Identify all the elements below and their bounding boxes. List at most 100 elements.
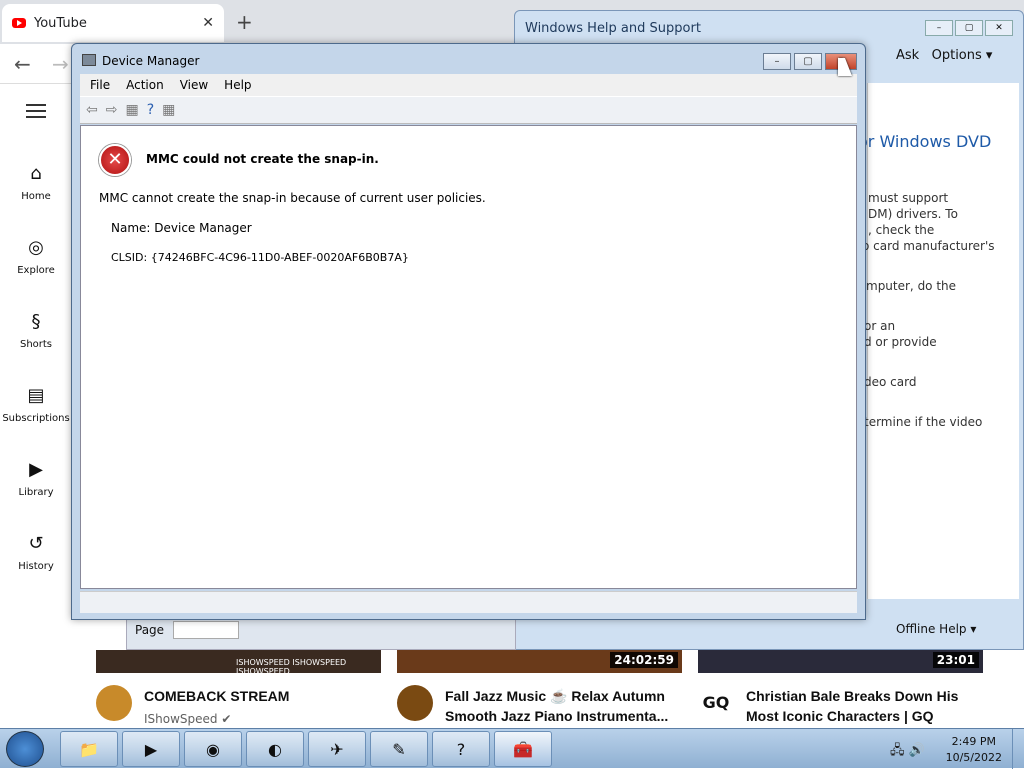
compass-icon: ◎: [28, 237, 44, 258]
channel-avatar[interactable]: [96, 685, 132, 721]
volume-icon[interactable]: 🔊: [909, 743, 925, 758]
ask-button[interactable]: Ask: [896, 48, 919, 63]
tab-title: YouTube: [34, 15, 87, 31]
help-text-line: DM) drivers. To: [868, 207, 958, 221]
help-window-title: Windows Help and Support: [525, 21, 701, 36]
help-text-line: termine if the video: [864, 415, 983, 429]
back-arrow-icon[interactable]: ⇦: [86, 102, 98, 118]
maximize-button[interactable]: ▢: [794, 53, 822, 70]
clock[interactable]: 2:49 PM 10/5/2022: [946, 734, 1002, 766]
menu-file[interactable]: File: [90, 78, 110, 92]
mail-icon[interactable]: ✈: [308, 731, 366, 767]
menu-help[interactable]: Help: [224, 78, 251, 92]
browser-tab-youtube[interactable]: YouTube ✕: [2, 4, 224, 42]
help-text-line: or an: [864, 319, 896, 333]
explorer-icon[interactable]: 📁: [60, 731, 118, 767]
sidebar-item-library[interactable]: ▶ Library: [0, 459, 72, 498]
help-icon[interactable]: ?: [432, 731, 490, 767]
help-ask-options: Ask Options ▾: [896, 48, 993, 63]
page-input[interactable]: [173, 621, 239, 639]
show-desktop-button[interactable]: [1012, 729, 1024, 769]
network-icon[interactable]: 🖧: [890, 743, 905, 758]
channel-name[interactable]: IShowSpeed ✔: [144, 712, 231, 726]
help-text-line: must support: [868, 191, 949, 205]
library-icon: ▶: [29, 459, 43, 480]
help-text-line: o card manufacturer's: [862, 239, 995, 253]
sidebar-item-label: Shorts: [19, 339, 53, 350]
sidebar-item-label: Home: [21, 191, 51, 202]
offline-help-button[interactable]: Offline Help ▾: [896, 622, 976, 636]
show-hide-console-tree-icon[interactable]: ▦: [125, 102, 138, 118]
maximize-button[interactable]: ▢: [955, 20, 983, 36]
shorts-icon: §: [31, 311, 41, 332]
help-text-line: d or provide: [864, 335, 937, 349]
help-icon[interactable]: ?: [147, 102, 154, 118]
sidebar-item-label: History: [18, 561, 54, 572]
status-bar: [80, 591, 857, 613]
mouse-cursor-icon: [838, 58, 852, 76]
video-title[interactable]: COMEBACK STREAM: [144, 686, 379, 706]
hamburger-menu-icon[interactable]: [26, 104, 46, 118]
start-button[interactable]: [6, 731, 44, 767]
error-icon: ✕: [99, 144, 131, 176]
home-icon: ⌂: [30, 163, 42, 184]
video-title[interactable]: Fall Jazz Music ☕ Relax Autumn Smooth Ja…: [445, 686, 680, 726]
video-thumbnail[interactable]: 24:02:59: [397, 650, 682, 673]
sidebar-item-home[interactable]: ⌂ Home: [0, 163, 72, 202]
help-article-heading: or Windows DVD: [858, 132, 992, 151]
subscriptions-icon: ▤: [27, 385, 45, 406]
sidebar-item-history[interactable]: ↺ History: [0, 533, 72, 572]
sidebar-item-label: Subscriptions: [2, 413, 70, 424]
taskbar: 📁 ▶ ◉ ◐ ✈ ✎ ? 🧰 🖧 🔊 2:49 PM 10/5/2022: [0, 728, 1024, 769]
show-hide-action-pane-icon[interactable]: ▦: [162, 102, 175, 118]
device-manager-window: Device Manager – ▢ ✕ File Action View He…: [71, 43, 866, 620]
sidebar-item-shorts[interactable]: § Shorts: [0, 311, 72, 350]
video-duration: 23:01: [932, 652, 979, 668]
thumbnail-caption: ISHOWSPEED ISHOWSPEED ISHOWSPEED: [236, 658, 347, 673]
minimize-button[interactable]: –: [763, 53, 791, 70]
sidebar-item-subscriptions[interactable]: ▤ Subscriptions: [0, 385, 72, 424]
back-button[interactable]: ←: [14, 52, 31, 76]
sidebar-item-explore[interactable]: ◎ Explore: [0, 237, 72, 276]
device-manager-icon[interactable]: 🧰: [494, 731, 552, 767]
snap-in-clsid: CLSID: {74246BFC-4C96-11D0-ABEF-0020AF6B…: [111, 251, 409, 264]
media-player-icon[interactable]: ▶: [122, 731, 180, 767]
error-content-pane: ✕ MMC could not create the snap-in. MMC …: [80, 125, 857, 589]
verified-badge-icon: ✔: [221, 712, 232, 726]
sidebar-item-label: Explore: [17, 265, 55, 276]
chrome-icon[interactable]: ◉: [184, 731, 242, 767]
gq-logo-icon[interactable]: GQ: [698, 685, 734, 721]
menu-bar: File Action View Help: [80, 74, 857, 96]
channel-avatar[interactable]: [397, 685, 433, 721]
close-button[interactable]: ✕: [985, 20, 1013, 36]
sidebar-item-label: Library: [18, 487, 54, 498]
video-thumbnail[interactable]: 23:01: [698, 650, 983, 673]
firefox-icon[interactable]: ◐: [246, 731, 304, 767]
forward-button[interactable]: →: [52, 52, 69, 76]
window-title: Device Manager: [102, 54, 200, 68]
paint-icon[interactable]: ✎: [370, 731, 428, 767]
menu-action[interactable]: Action: [126, 78, 164, 92]
help-window-controls: – ▢ ✕: [923, 19, 1013, 36]
options-button[interactable]: Options: [932, 48, 982, 63]
page-label: Page: [135, 623, 165, 637]
help-text-line: , check the: [868, 223, 935, 237]
forward-arrow-icon[interactable]: ⇨: [106, 102, 118, 118]
help-text-line: deo card: [864, 375, 917, 389]
video-thumbnail[interactable]: ISHOWSPEED ISHOWSPEED ISHOWSPEED: [96, 650, 381, 673]
video-title[interactable]: Christian Bale Breaks Down His Most Icon…: [746, 686, 981, 726]
new-tab-button[interactable]: +: [236, 10, 253, 34]
help-text-line: mputer, do the: [866, 279, 957, 293]
video-duration: 24:02:59: [610, 652, 678, 668]
youtube-favicon-icon: [12, 18, 26, 28]
toolbar: ⇦ ⇨ ▦ ? ▦: [80, 96, 857, 124]
tab-close-icon[interactable]: ✕: [202, 15, 214, 31]
error-title: MMC could not create the snap-in.: [146, 152, 379, 166]
error-message: MMC cannot create the snap-in because of…: [99, 191, 486, 205]
menu-view[interactable]: View: [180, 78, 208, 92]
history-icon: ↺: [28, 533, 44, 554]
snap-in-name: Name: Device Manager: [111, 221, 252, 235]
clock-date: 10/5/2022: [945, 751, 1002, 764]
clock-time: 2:49 PM: [951, 735, 996, 748]
minimize-button[interactable]: –: [925, 20, 953, 36]
